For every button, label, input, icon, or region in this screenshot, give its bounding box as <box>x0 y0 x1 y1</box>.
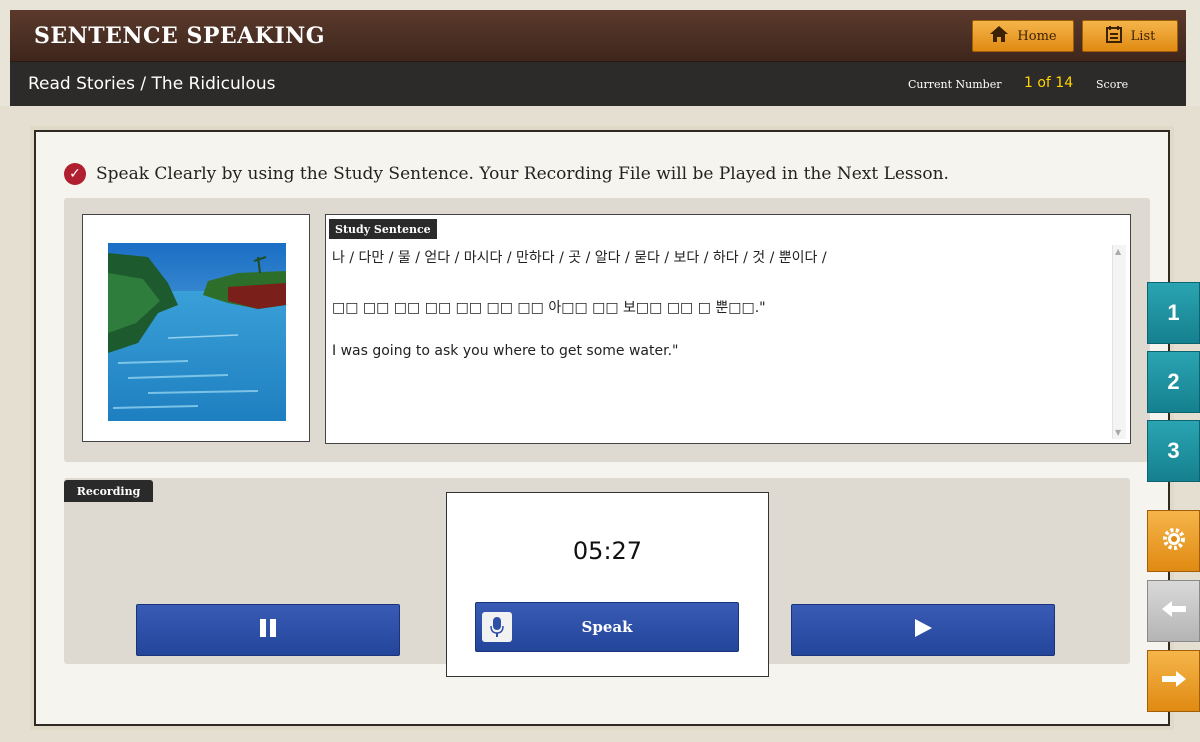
home-label: Home <box>1017 28 1057 44</box>
microphone-icon <box>482 612 512 642</box>
pause-button[interactable] <box>136 604 400 656</box>
home-icon <box>989 25 1009 47</box>
story-image-frame <box>82 214 310 442</box>
korean-sentence-line: □□ □□ □□ □□ □□ □□ □□ 아□□ □□ 보□□ □□ □ 뿐□□… <box>332 300 766 316</box>
recording-tab: Recording <box>64 480 153 502</box>
app-title: SENTENCE SPEAKING <box>34 23 326 49</box>
settings-button[interactable] <box>1147 510 1200 572</box>
play-icon <box>912 617 934 643</box>
next-button[interactable] <box>1147 650 1200 712</box>
home-button[interactable]: Home <box>972 20 1074 52</box>
top-bar: SENTENCE SPEAKING Home List <box>10 10 1186 62</box>
scroll-up-icon[interactable]: ▲ <box>1115 247 1121 256</box>
speak-label: Speak <box>581 618 633 636</box>
current-number-label: Current Number <box>908 78 1002 91</box>
play-button[interactable] <box>791 604 1055 656</box>
current-number-value: 1 of 14 <box>1024 75 1074 91</box>
river-landscape-image <box>108 243 286 421</box>
study-sentence-box: Study Sentence 나 / 다만 / 물 / 얻다 / 마시다 / 만… <box>325 214 1131 444</box>
vocabulary-line: 나 / 다만 / 물 / 얻다 / 마시다 / 만하다 / 곳 / 알다 / 묻… <box>332 250 827 266</box>
previous-button[interactable] <box>1147 580 1200 642</box>
scroll-down-icon[interactable]: ▼ <box>1115 428 1121 437</box>
side-nav-item-3[interactable]: 3 <box>1147 420 1200 482</box>
study-sentence-tab: Study Sentence <box>329 219 437 239</box>
gear-icon <box>1161 526 1187 556</box>
recording-timer: 05:27 <box>572 537 643 565</box>
sub-header: Read Stories / The Ridiculous Current Nu… <box>10 62 1186 106</box>
side-nav-item-1[interactable]: 1 <box>1147 282 1200 344</box>
arrow-right-icon <box>1160 669 1188 693</box>
side-nav-item-2[interactable]: 2 <box>1147 351 1200 413</box>
list-button[interactable]: List <box>1082 20 1178 52</box>
speak-button[interactable]: Speak <box>475 602 739 652</box>
instruction-text: Speak Clearly by using the Study Sentenc… <box>96 164 949 184</box>
sentence-scrollbar[interactable]: ▲ ▼ <box>1112 245 1126 439</box>
arrow-left-icon <box>1160 599 1188 623</box>
score-label: Score <box>1096 78 1129 91</box>
english-sentence-line: I was going to ask you where to get some… <box>332 343 679 359</box>
instruction: ✓ Speak Clearly by using the Study Sente… <box>64 160 949 188</box>
list-icon <box>1105 25 1123 47</box>
pause-icon <box>257 617 279 643</box>
breadcrumb: Read Stories / The Ridiculous <box>28 74 276 94</box>
list-label: List <box>1130 28 1156 44</box>
check-icon: ✓ <box>64 163 86 185</box>
